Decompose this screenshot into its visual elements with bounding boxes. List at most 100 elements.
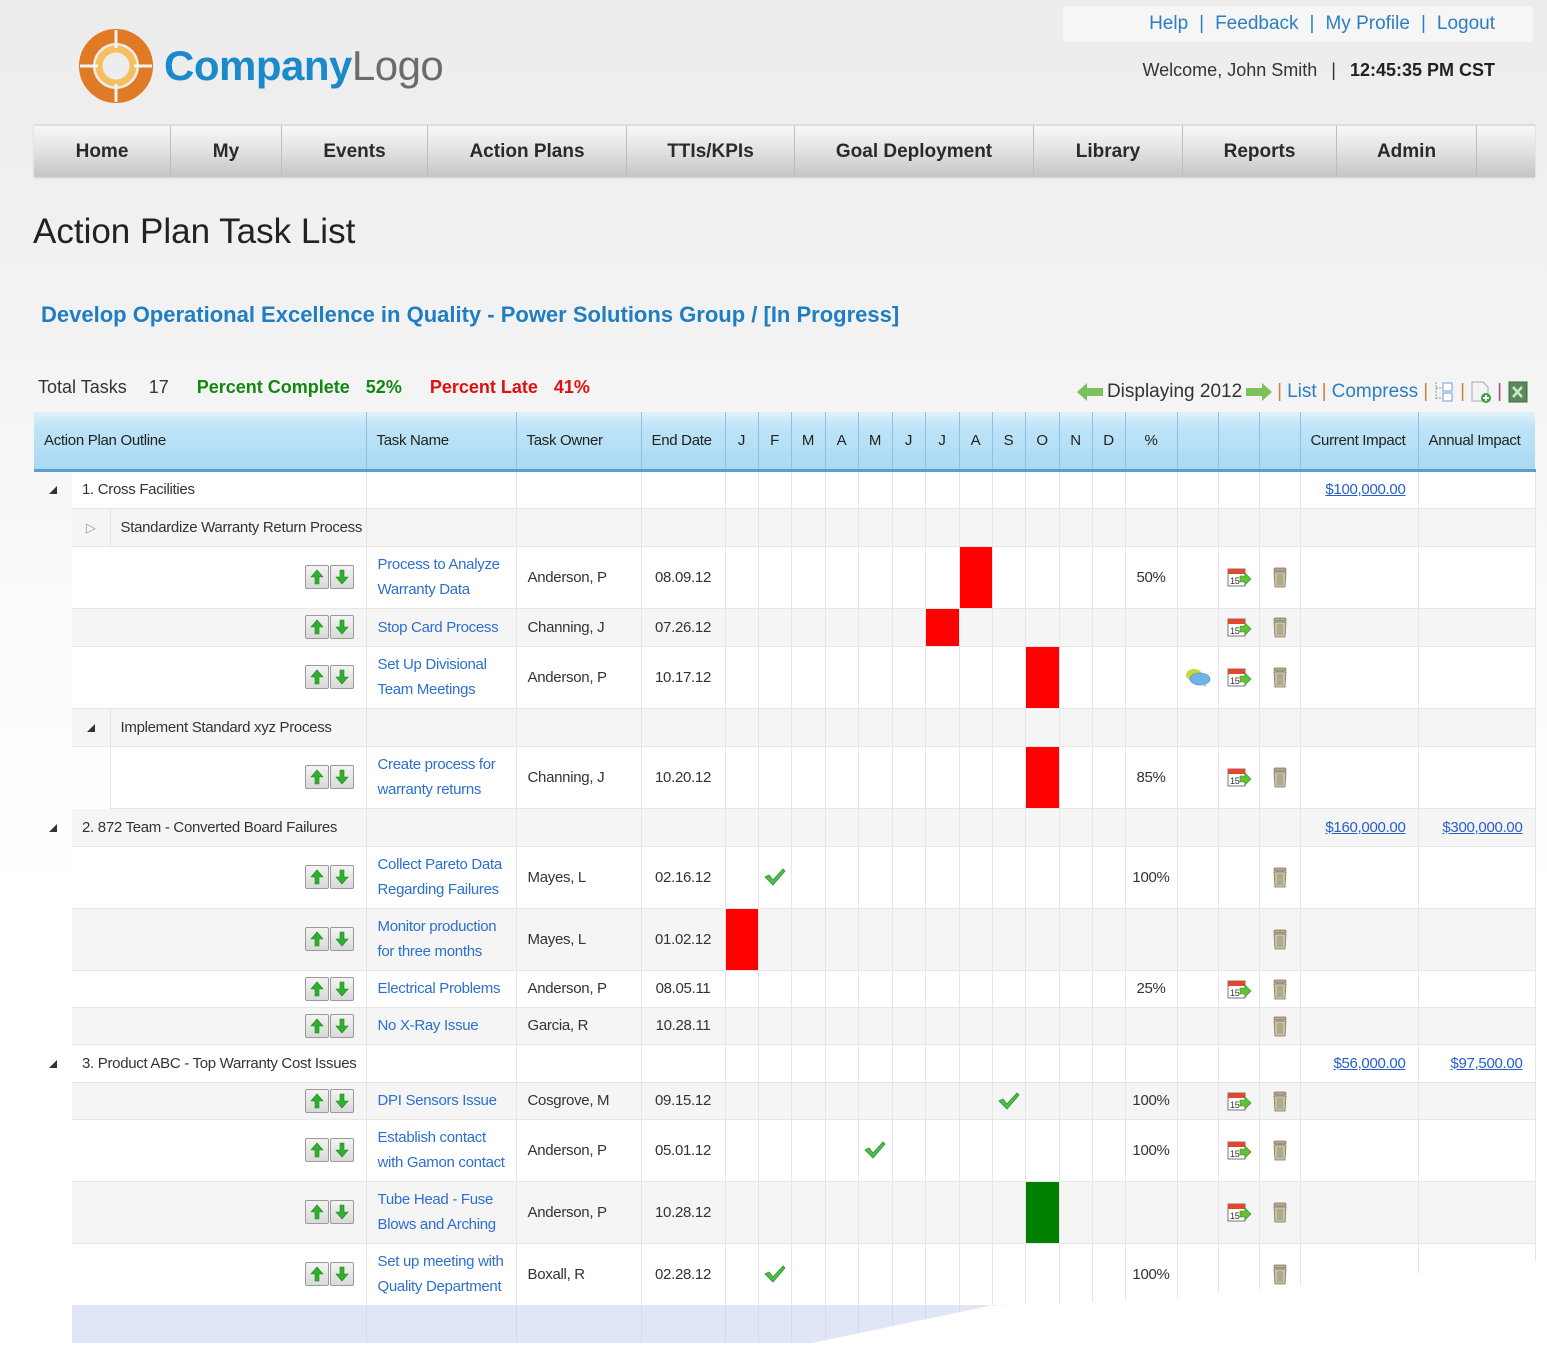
task-name-link[interactable]: No X-Ray Issue <box>367 1013 516 1038</box>
move-up-button[interactable] <box>304 1088 329 1113</box>
move-down-button[interactable] <box>329 1088 354 1113</box>
move-up-button[interactable] <box>304 1013 329 1038</box>
delete-trash-icon[interactable] <box>1260 616 1300 638</box>
move-down-button[interactable] <box>329 1013 354 1038</box>
task-name-link[interactable]: Establish contact with Gamon contact <box>367 1125 516 1175</box>
reschedule-calendar-icon[interactable]: 15 <box>1219 566 1259 588</box>
task-name-link[interactable]: Electrical Problems <box>367 976 516 1001</box>
move-up-button[interactable] <box>304 665 329 689</box>
delete-trash-icon[interactable] <box>1260 1015 1300 1037</box>
collapse-toggle-icon[interactable] <box>72 708 111 747</box>
nav-my[interactable]: My <box>171 126 282 177</box>
current-impact-link[interactable]: $100,000.00 <box>1325 481 1405 498</box>
on-track-bar[interactable] <box>1025 1181 1059 1243</box>
move-down-button[interactable] <box>329 1138 354 1162</box>
move-down-button[interactable] <box>329 665 354 689</box>
delete-trash-icon[interactable] <box>1260 1139 1300 1161</box>
task-name-link[interactable]: Set up meeting with Quality Department <box>367 1249 516 1299</box>
help-link[interactable]: Help <box>1149 13 1188 35</box>
annual-impact-link[interactable]: $97,500.00 <box>1450 1055 1522 1072</box>
move-up-button[interactable] <box>304 1200 329 1224</box>
action-plan-title-link[interactable]: Develop Operational Excellence in Qualit… <box>41 302 899 328</box>
move-down-button[interactable] <box>329 976 354 1001</box>
col-annual-impact[interactable]: Annual Impact <box>1418 412 1536 472</box>
late-bar[interactable] <box>1025 746 1059 808</box>
reschedule-calendar-icon[interactable]: 15 <box>1219 1139 1259 1161</box>
delete-trash-icon[interactable] <box>1260 566 1300 588</box>
nav-ttis-kpis[interactable]: TTIs/KPIs <box>627 126 795 177</box>
prev-year-arrow-icon[interactable] <box>1076 383 1103 401</box>
late-bar[interactable] <box>925 608 959 646</box>
col-outline[interactable]: Action Plan Outline <box>34 412 367 472</box>
list-view-link[interactable]: List <box>1287 381 1317 403</box>
task-name-link[interactable]: Set Up Divisional Team Meetings <box>367 652 516 702</box>
nav-home[interactable]: Home <box>34 126 171 177</box>
late-bar[interactable] <box>1025 646 1059 708</box>
task-name-link[interactable]: Create process for warranty returns <box>367 752 516 802</box>
delete-trash-icon[interactable] <box>1260 866 1300 888</box>
logout-link[interactable]: Logout <box>1437 13 1495 35</box>
delete-trash-icon[interactable] <box>1260 928 1300 950</box>
task-name-link[interactable]: Stop Card Process <box>367 615 516 640</box>
company-logo[interactable]: CompanyLogo <box>78 28 444 104</box>
col-task-owner[interactable]: Task Owner <box>516 412 642 472</box>
export-excel-icon[interactable] <box>1507 380 1529 404</box>
task-name-link[interactable]: Process to Analyze Warranty Data <box>367 552 516 602</box>
move-down-button[interactable] <box>329 1262 354 1286</box>
reschedule-calendar-icon[interactable]: 15 <box>1219 978 1259 1000</box>
col-percent[interactable]: % <box>1125 412 1178 472</box>
col-current-impact[interactable]: Current Impact <box>1300 412 1419 472</box>
col-task-name[interactable]: Task Name <box>366 412 517 472</box>
move-up-button[interactable] <box>304 1138 329 1162</box>
nav-goal-deployment[interactable]: Goal Deployment <box>795 126 1034 177</box>
reschedule-calendar-icon[interactable]: 15 <box>1219 1090 1259 1112</box>
late-bar[interactable] <box>959 546 992 608</box>
nav-events[interactable]: Events <box>282 126 428 177</box>
col-end-date[interactable]: End Date <box>641 412 726 472</box>
compress-link[interactable]: Compress <box>1332 381 1419 403</box>
delete-trash-icon[interactable] <box>1260 1090 1300 1112</box>
feedback-link[interactable]: Feedback <box>1215 13 1298 35</box>
late-bar[interactable] <box>725 908 758 970</box>
task-name-link[interactable]: Tube Head - Fuse Blows and Arching <box>367 1187 516 1237</box>
move-down-button[interactable] <box>329 1200 354 1224</box>
add-document-icon[interactable] <box>1470 380 1492 404</box>
collapse-toggle-icon[interactable] <box>34 470 72 508</box>
nav-reports[interactable]: Reports <box>1183 126 1337 177</box>
expand-toggle-icon[interactable]: ▷ <box>72 508 111 547</box>
task-name-link[interactable]: Collect Pareto Data Regarding Failures <box>367 852 516 902</box>
nav-admin[interactable]: Admin <box>1337 126 1477 177</box>
delete-trash-icon[interactable] <box>1260 978 1300 1000</box>
reschedule-calendar-icon[interactable]: 15 <box>1219 1201 1259 1223</box>
move-up-button[interactable] <box>304 765 329 789</box>
move-up-button[interactable] <box>304 565 329 589</box>
task-name-link[interactable]: Monitor production for three months <box>367 914 516 964</box>
comments-icon[interactable] <box>1178 667 1218 687</box>
next-year-arrow-icon[interactable] <box>1246 383 1273 401</box>
move-down-button[interactable] <box>329 565 354 589</box>
collapse-toggle-icon[interactable] <box>34 808 72 846</box>
annual-impact-link[interactable]: $300,000.00 <box>1442 819 1522 836</box>
task-name-link[interactable]: DPI Sensors Issue <box>367 1088 516 1113</box>
nav-library[interactable]: Library <box>1034 126 1183 177</box>
nav-action-plans[interactable]: Action Plans <box>428 126 627 177</box>
move-up-button[interactable] <box>304 1262 329 1286</box>
reschedule-calendar-icon[interactable]: 15 <box>1219 666 1259 688</box>
delete-trash-icon[interactable] <box>1260 1263 1300 1285</box>
move-up-button[interactable] <box>304 927 329 951</box>
move-down-button[interactable] <box>329 927 354 951</box>
move-up-button[interactable] <box>304 865 329 889</box>
move-down-button[interactable] <box>329 865 354 889</box>
delete-trash-icon[interactable] <box>1260 666 1300 688</box>
delete-trash-icon[interactable] <box>1260 1201 1300 1223</box>
move-up-button[interactable] <box>304 615 329 639</box>
reschedule-calendar-icon[interactable]: 15 <box>1219 616 1259 638</box>
move-down-button[interactable] <box>329 615 354 639</box>
delete-trash-icon[interactable] <box>1260 766 1300 788</box>
move-down-button[interactable] <box>329 765 354 789</box>
my-profile-link[interactable]: My Profile <box>1325 13 1409 35</box>
current-impact-link[interactable]: $160,000.00 <box>1325 819 1405 836</box>
collapse-toggle-icon[interactable] <box>34 1044 72 1082</box>
current-impact-link[interactable]: $56,000.00 <box>1333 1055 1405 1072</box>
reschedule-calendar-icon[interactable]: 15 <box>1219 766 1259 788</box>
